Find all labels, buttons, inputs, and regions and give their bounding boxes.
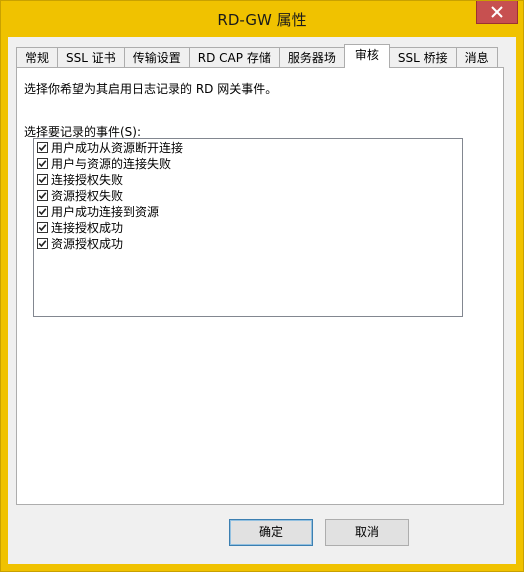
cancel-button[interactable]: 取消	[325, 519, 409, 546]
auditing-tab-panel: 选择你希望为其启用日志记录的 RD 网关事件。 选择要记录的事件(S): 用户成…	[16, 67, 504, 505]
event-checkbox[interactable]	[37, 221, 48, 233]
close-icon	[491, 6, 503, 18]
event-list-item[interactable]: 资源授权失败	[34, 187, 462, 203]
event-checkbox[interactable]	[37, 205, 48, 217]
event-list-item[interactable]: 用户成功从资源断开连接	[34, 139, 462, 155]
tab-messaging[interactable]: 消息	[455, 47, 498, 68]
ok-button[interactable]: 确定	[229, 519, 313, 546]
event-list-item[interactable]: 资源授权成功	[34, 235, 462, 251]
event-label: 用户与资源的连接失败	[51, 156, 172, 171]
event-checkbox[interactable]	[37, 173, 48, 185]
event-checkbox[interactable]	[37, 237, 48, 249]
checkmark-icon	[38, 239, 47, 247]
event-label: 用户成功连接到资源	[51, 204, 160, 219]
tab-strip: 常规 SSL 证书 传输设置 RD CAP 存储 服务器场 审核 SSL 桥接 …	[16, 44, 498, 68]
properties-window: RD-GW 属性 常规 SSL 证书 传输设置 RD CAP 存储 服务器场 审…	[0, 0, 524, 572]
checkmark-icon	[38, 207, 47, 215]
tab-server-farm[interactable]: 服务器场	[278, 47, 345, 68]
event-label: 连接授权失败	[51, 172, 124, 187]
event-checkbox[interactable]	[37, 189, 48, 201]
event-list-item[interactable]: 用户与资源的连接失败	[34, 155, 462, 171]
event-label: 用户成功从资源断开连接	[51, 140, 184, 155]
window-title: RD-GW 属性	[217, 11, 307, 29]
dialog-client-area: 常规 SSL 证书 传输设置 RD CAP 存储 服务器场 审核 SSL 桥接 …	[8, 37, 516, 564]
close-button[interactable]	[476, 1, 518, 24]
title-bar[interactable]: RD-GW 属性	[1, 1, 523, 37]
tab-transport-settings[interactable]: 传输设置	[123, 47, 190, 68]
tab-general[interactable]: 常规	[16, 47, 59, 68]
tab-ssl-certificate[interactable]: SSL 证书	[57, 47, 125, 68]
events-checklist[interactable]: 用户成功从资源断开连接 用户与资源的连接失败 连接授权失败 资源授权失败 用户成功连接到…	[33, 138, 463, 317]
event-label: 资源授权失败	[51, 188, 124, 203]
event-label: 资源授权成功	[51, 236, 124, 251]
event-checkbox[interactable]	[37, 157, 48, 169]
checkmark-icon	[38, 191, 47, 199]
event-list-item[interactable]: 连接授权成功	[34, 219, 462, 235]
event-list-item[interactable]: 用户成功连接到资源	[34, 203, 462, 219]
checkmark-icon	[38, 159, 47, 167]
event-list-item[interactable]: 连接授权失败	[34, 171, 462, 187]
event-label: 连接授权成功	[51, 220, 124, 235]
checkmark-icon	[38, 175, 47, 183]
checkmark-icon	[38, 143, 47, 151]
tab-rd-cap-store[interactable]: RD CAP 存储	[188, 47, 280, 68]
instruction-text: 选择你希望为其启用日志记录的 RD 网关事件。	[24, 82, 278, 96]
tab-ssl-bridging[interactable]: SSL 桥接	[388, 47, 457, 68]
tab-auditing[interactable]: 审核	[343, 44, 390, 68]
event-checkbox[interactable]	[37, 141, 48, 153]
checkmark-icon	[38, 223, 47, 231]
